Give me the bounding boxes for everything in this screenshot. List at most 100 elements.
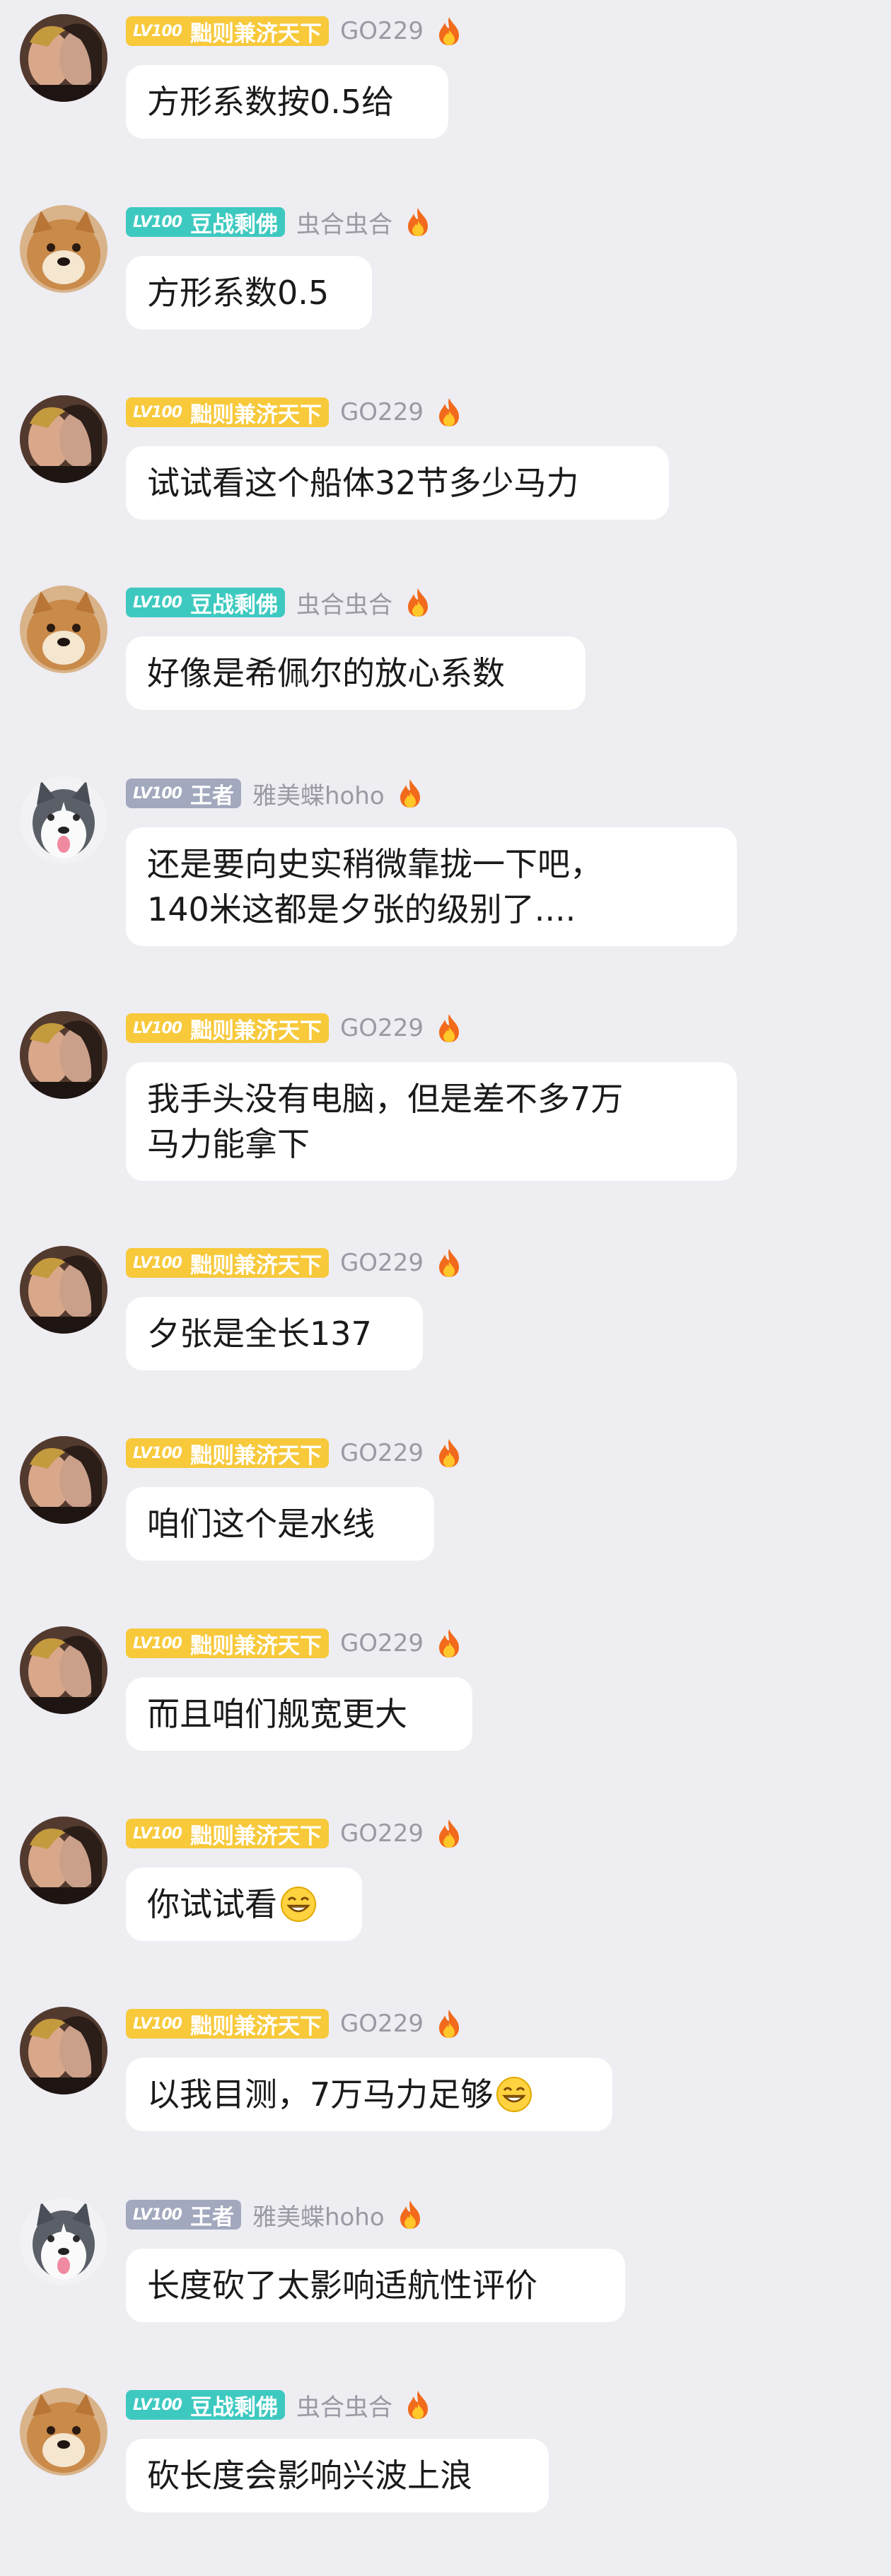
message-text: 我手头没有电脑，但是差不多7万 (147, 1080, 624, 1118)
message-bubble[interactable]: 好像是希佩尔的放心系数 (126, 636, 586, 710)
fan-level-badge[interactable]: LV100 黜则兼济天下 (126, 1248, 329, 1278)
badge-level: LV100 (133, 22, 182, 40)
message-bubble[interactable]: 试试看这个船体32节多少马力 (126, 446, 669, 520)
message-header: LV100 黜则兼济天下 GO229 (126, 1013, 463, 1044)
fan-level-badge[interactable]: LV100 豆战剩佛 (126, 588, 285, 618)
grin-emoji (280, 1886, 317, 1923)
message-bubble[interactable]: 夕张是全长137 (126, 1297, 423, 1370)
couple-avatar[interactable] (20, 1011, 107, 1099)
message-header: LV100 豆战剩佛 虫合虫合 (126, 585, 432, 620)
message-header: LV100 王者 雅美蝶hoho (126, 2198, 424, 2232)
message-header: LV100 黜则兼济天下 GO229 (126, 2008, 463, 2039)
message-header: LV100 黜则兼济天下 GO229 (126, 16, 463, 47)
message-bubble[interactable]: 还是要向史实稍微靠拢一下吧， 140米这都是夕张的级别了.... (126, 827, 737, 946)
badge-title: 黜则兼济天下 (190, 1443, 322, 1469)
flame-icon (435, 1013, 463, 1044)
username[interactable]: 雅美蝶hoho (252, 776, 385, 811)
badge-title: 黜则兼济天下 (190, 2013, 322, 2039)
shiba-avatar[interactable] (20, 585, 107, 673)
badge-level: LV100 (133, 403, 182, 421)
flame-icon (435, 1247, 463, 1278)
couple-avatar[interactable] (20, 2007, 107, 2094)
badge-level: LV100 (133, 593, 182, 612)
message-text: 长度砍了太影响适航性评价 (147, 2266, 537, 2304)
fan-level-badge[interactable]: LV100 豆战剩佛 (126, 207, 285, 238)
username[interactable]: GO229 (340, 1439, 424, 1467)
badge-level: LV100 (133, 1824, 182, 1843)
flame-icon (396, 2199, 424, 2230)
message-bubble[interactable]: 我手头没有电脑，但是差不多7万 马力能拿下 (126, 1062, 737, 1181)
username[interactable]: GO229 (340, 1819, 424, 1848)
badge-title: 黜则兼济天下 (190, 1633, 322, 1659)
message-bubble[interactable]: 砍长度会影响兴波上浪 (126, 2439, 549, 2512)
message-text: 试试看这个船体32节多少马力 (147, 464, 579, 502)
username[interactable]: GO229 (340, 1629, 424, 1657)
couple-avatar[interactable] (20, 14, 107, 102)
badge-level: LV100 (133, 1634, 182, 1653)
message-bubble[interactable]: 方形系数0.5 (126, 256, 372, 330)
flame-icon (404, 2389, 432, 2420)
flame-icon (435, 1628, 463, 1659)
couple-avatar[interactable] (20, 1626, 107, 1714)
message-text: 夕张是全长137 (147, 1315, 372, 1353)
message-text: 砍长度会影响兴波上浪 (147, 2456, 472, 2495)
username[interactable]: 雅美蝶hoho (252, 2198, 385, 2232)
username[interactable]: 虫合虫合 (296, 585, 392, 620)
badge-level: LV100 (133, 2205, 182, 2224)
message-header: LV100 豆战剩佛 虫合虫合 (126, 205, 432, 240)
message-bubble[interactable]: 咱们这个是水线 (126, 1487, 434, 1561)
message-header: LV100 黜则兼济天下 GO229 (126, 397, 463, 428)
message-bubble[interactable]: 长度砍了太影响适航性评价 (126, 2249, 625, 2322)
shiba-avatar[interactable] (20, 2388, 107, 2476)
husky-avatar[interactable] (20, 776, 107, 864)
username[interactable]: GO229 (340, 398, 424, 426)
message-text: 而且咱们舰宽更大 (147, 1695, 407, 1733)
message-text: 方形系数按0.5给 (147, 83, 395, 121)
couple-avatar[interactable] (20, 1817, 107, 1904)
fan-level-badge[interactable]: LV100 黜则兼济天下 (126, 2009, 329, 2039)
flame-icon (435, 16, 463, 47)
flame-icon (404, 587, 432, 618)
badge-level: LV100 (133, 2396, 182, 2414)
flame-icon (396, 778, 424, 809)
badge-title: 王者 (190, 2204, 234, 2230)
fan-level-badge[interactable]: LV100 豆战剩佛 (126, 2390, 285, 2420)
shiba-avatar[interactable] (20, 205, 107, 293)
message-text: 还是要向史实稍微靠拢一下吧， (147, 845, 602, 883)
message-text: 马力能拿下 (147, 1125, 310, 1163)
message-header: LV100 王者 雅美蝶hoho (126, 776, 424, 811)
couple-avatar[interactable] (20, 1436, 107, 1524)
flame-icon (435, 397, 463, 428)
username[interactable]: GO229 (340, 1249, 424, 1277)
fan-level-badge[interactable]: LV100 黜则兼济天下 (126, 1013, 329, 1044)
badge-title: 豆战剩佛 (190, 592, 278, 618)
message-text: 方形系数0.5 (147, 274, 330, 312)
fan-level-badge[interactable]: LV100 黜则兼济天下 (126, 1819, 329, 1849)
fan-level-badge[interactable]: LV100 黜则兼济天下 (126, 1438, 329, 1469)
couple-avatar[interactable] (20, 395, 107, 483)
grin-emoji (496, 2076, 532, 2113)
fan-level-badge[interactable]: LV100 王者 (126, 779, 241, 809)
message-bubble[interactable]: 以我目测，7万马力足够 (126, 2058, 612, 2131)
message-header: LV100 黜则兼济天下 GO229 (126, 1628, 463, 1659)
flame-icon (404, 206, 432, 238)
username[interactable]: GO229 (340, 1014, 424, 1042)
username[interactable]: GO229 (340, 17, 424, 45)
message-bubble[interactable]: 而且咱们舰宽更大 (126, 1677, 472, 1751)
badge-level: LV100 (133, 213, 182, 231)
fan-level-badge[interactable]: LV100 黜则兼济天下 (126, 1628, 329, 1659)
fan-level-badge[interactable]: LV100 黜则兼济天下 (126, 16, 329, 47)
message-bubble[interactable]: 你试试看 (126, 1867, 362, 1941)
message-header: LV100 豆战剩佛 虫合虫合 (126, 2388, 432, 2423)
message-bubble[interactable]: 方形系数按0.5给 (126, 65, 448, 139)
husky-avatar[interactable] (20, 2198, 107, 2285)
message-text: 你试试看 (147, 1885, 277, 1923)
fan-level-badge[interactable]: LV100 王者 (126, 2200, 241, 2230)
badge-level: LV100 (133, 1019, 182, 1037)
username[interactable]: 虫合虫合 (296, 205, 392, 240)
badge-title: 豆战剩佛 (190, 211, 278, 238)
fan-level-badge[interactable]: LV100 黜则兼济天下 (126, 397, 329, 428)
couple-avatar[interactable] (20, 1246, 107, 1334)
username[interactable]: 虫合虫合 (296, 2388, 392, 2423)
username[interactable]: GO229 (340, 2010, 424, 2038)
